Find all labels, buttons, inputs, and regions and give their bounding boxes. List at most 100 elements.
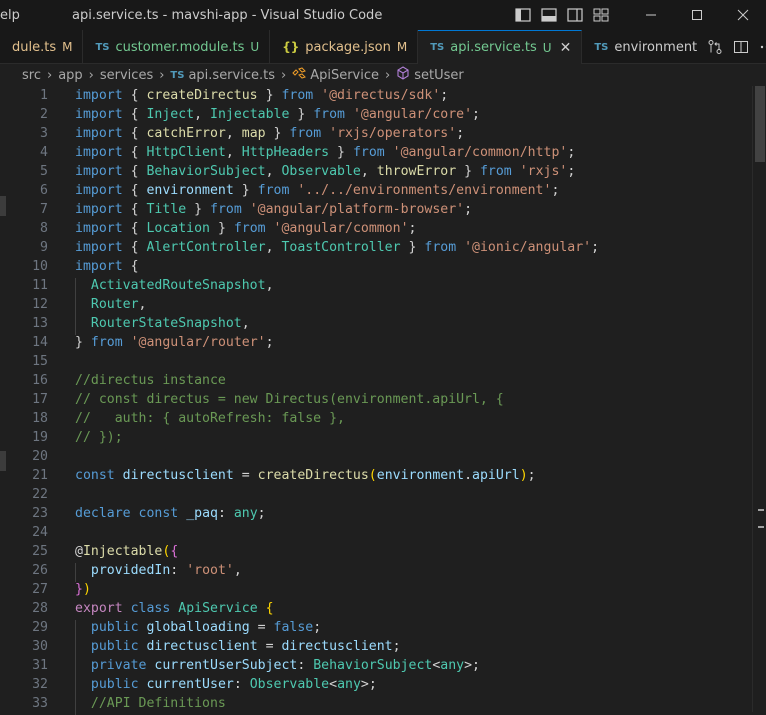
toggle-secondary-sidebar-icon[interactable] <box>566 7 584 23</box>
code-line[interactable]: 13 RouterStateSnapshot, <box>0 314 599 333</box>
line-number: 32 <box>0 677 75 692</box>
code-token: from <box>424 240 456 255</box>
code-line[interactable]: 22 <box>0 485 599 504</box>
scrollbar-thumb[interactable] <box>755 86 765 162</box>
vertical-scrollbar[interactable] <box>752 86 766 712</box>
tab-package-json[interactable]: {} package.json M <box>270 30 418 64</box>
code-line[interactable]: 26 providedIn: 'root', <box>0 561 599 580</box>
code-token: '../../environments/environment' <box>297 183 551 198</box>
code-line[interactable]: 23declare const _paq: any; <box>0 504 599 523</box>
code-line[interactable]: 27}) <box>0 580 599 599</box>
code-token <box>123 335 131 350</box>
code-line[interactable]: 7import { Title } from '@angular/platfor… <box>0 200 599 219</box>
typescript-file-icon: TS <box>594 42 608 53</box>
open-changes-icon[interactable] <box>707 39 723 55</box>
line-number: 33 <box>0 696 75 711</box>
code-token: ApiService <box>178 601 257 616</box>
code-token: } <box>186 202 210 217</box>
breadcrumb-services[interactable]: services <box>100 68 153 83</box>
code-token: ; <box>409 221 417 236</box>
indent-guide <box>75 639 76 658</box>
code-line[interactable]: 19// }); <box>0 428 599 447</box>
close-window-icon[interactable] <box>720 0 766 30</box>
code-line[interactable]: 10import { <box>0 257 599 276</box>
code-line[interactable]: 29 public globalloading = false; <box>0 618 599 637</box>
menu-help[interactable]: elp <box>0 8 70 23</box>
code-line[interactable]: 5import { BehaviorSubject, Observable, t… <box>0 162 599 181</box>
code-token <box>178 506 186 521</box>
tab-dule-ts[interactable]: dule.ts M <box>0 30 83 64</box>
code-line[interactable]: 21const directusclient = createDirectus(… <box>0 466 599 485</box>
code-line[interactable]: 9import { AlertController, ToastControll… <box>0 238 599 257</box>
maximize-icon[interactable] <box>674 0 720 30</box>
line-code: private currentUserSubject: BehaviorSubj… <box>75 658 480 673</box>
line-code: declare const _paq: any; <box>75 506 266 521</box>
code-line[interactable]: 16//directus instance <box>0 371 599 390</box>
code-line[interactable]: 25@Injectable({ <box>0 542 599 561</box>
line-code: public globalloading = false; <box>75 620 321 635</box>
code-line[interactable]: 17// const directus = new Directus(envir… <box>0 390 599 409</box>
tab-customer-module-ts[interactable]: TS customer.module.ts U <box>83 30 270 64</box>
code-line[interactable]: 30 public directusclient = directusclien… <box>0 637 599 656</box>
line-number: 24 <box>0 525 75 540</box>
code-token: import <box>75 259 123 274</box>
code-line[interactable]: 31 private currentUserSubject: BehaviorS… <box>0 656 599 675</box>
code-line[interactable]: 33 //API Definitions <box>0 694 599 713</box>
breadcrumb-method[interactable]: setUser <box>414 68 464 83</box>
code-line[interactable]: 6import { environment } from '../../envi… <box>0 181 599 200</box>
tab-api-service-ts[interactable]: TS api.service.ts U ✕ <box>418 30 582 64</box>
code-token: < <box>329 677 337 692</box>
code-token: , <box>266 278 274 293</box>
breadcrumb-app[interactable]: app <box>58 68 82 83</box>
breadcrumb: src › app › services › TS api.service.ts… <box>0 64 766 86</box>
code-token: from <box>353 145 385 160</box>
code-token: public <box>91 639 139 654</box>
code-token <box>75 696 91 711</box>
code-line[interactable]: 3import { catchError, map } from 'rxjs/o… <box>0 124 599 143</box>
breadcrumb-class[interactable]: ApiService <box>310 68 379 83</box>
code-line[interactable]: 15 <box>0 352 599 371</box>
code-line[interactable]: 28export class ApiService { <box>0 599 599 618</box>
toggle-primary-sidebar-icon[interactable] <box>514 7 532 23</box>
code-token: '@angular/platform-browser' <box>250 202 464 217</box>
close-tab-icon[interactable]: ✕ <box>560 40 572 56</box>
code-token <box>258 601 266 616</box>
customize-layout-icon[interactable] <box>592 7 610 23</box>
code-line[interactable]: 12 Router, <box>0 295 599 314</box>
code-token: throwError <box>377 164 456 179</box>
code-token <box>345 107 353 122</box>
split-editor-icon[interactable] <box>733 39 749 55</box>
toggle-panel-icon[interactable] <box>540 7 558 23</box>
code-line[interactable]: 8import { Location } from '@angular/comm… <box>0 219 599 238</box>
line-number: 9 <box>0 240 75 255</box>
code-line[interactable]: 2import { Inject, Injectable } from '@an… <box>0 105 599 124</box>
code-line[interactable]: 32 public currentUser: Observable<any>; <box>0 675 599 694</box>
line-number: 6 <box>0 183 75 198</box>
code-token: RouterStateSnapshot <box>91 316 242 331</box>
tab-environment[interactable]: TS environment <box>582 30 701 64</box>
indent-guide <box>75 620 76 639</box>
chevron-right-icon: › <box>385 68 390 83</box>
code-line[interactable]: 11 ActivatedRouteSnapshot, <box>0 276 599 295</box>
code-token: environment <box>146 183 233 198</box>
code-line[interactable]: 20 <box>0 447 599 466</box>
code-line[interactable]: 18// auth: { autoRefresh: false }, <box>0 409 599 428</box>
code-line[interactable]: 14} from '@angular/router'; <box>0 333 599 352</box>
code-token <box>385 145 393 160</box>
code-line[interactable]: 4import { HttpClient, HttpHeaders } from… <box>0 143 599 162</box>
code-token: { <box>123 107 147 122</box>
breadcrumb-file[interactable]: api.service.ts <box>188 68 275 83</box>
code-line[interactable]: 1import { createDirectus } from '@direct… <box>0 86 599 105</box>
minimize-icon[interactable] <box>628 0 674 30</box>
line-number: 8 <box>0 221 75 236</box>
code-editor[interactable]: 1import { createDirectus } from '@direct… <box>0 86 766 712</box>
code-token: any <box>234 506 258 521</box>
more-actions-icon[interactable] <box>759 39 766 55</box>
line-code: import { <box>75 259 139 274</box>
code-token: } <box>266 126 290 141</box>
breadcrumb-src[interactable]: src <box>22 68 41 83</box>
code-token: from <box>234 221 266 236</box>
code-token: Title <box>146 202 186 217</box>
code-token: , <box>139 297 147 312</box>
code-line[interactable]: 24 <box>0 523 599 542</box>
